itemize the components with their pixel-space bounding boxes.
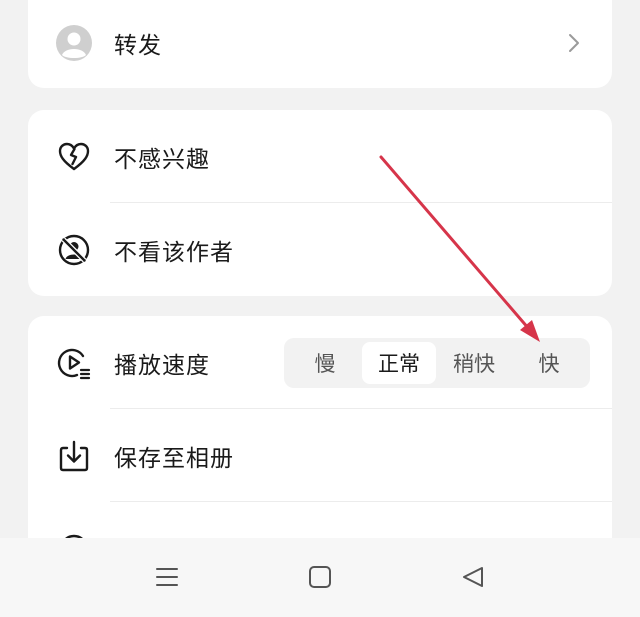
- forward-card: 转发: [28, 0, 612, 88]
- broken-heart-icon: [56, 139, 92, 175]
- chevron-right-icon: [569, 33, 579, 52]
- save-to-album-row[interactable]: 保存至相册: [28, 409, 612, 502]
- cut-off-row[interactable]: [28, 502, 612, 538]
- screen: 转发 不感兴趣 不看该作者 播放速度 慢 正常 稍快 快 保存至相册: [0, 0, 640, 617]
- options-card: 播放速度 慢 正常 稍快 快 保存至相册: [28, 316, 612, 538]
- back-triangle-icon[interactable]: [458, 562, 488, 592]
- speed-selector: 慢 正常 稍快 快: [284, 337, 590, 388]
- speed-option-normal[interactable]: 正常: [362, 341, 436, 384]
- share-sheet: 转发 不感兴趣 不看该作者 播放速度 慢 正常 稍快 快 保存至相册: [0, 0, 640, 538]
- play-speed-label: 播放速度: [114, 352, 210, 379]
- play-speed-icon: [56, 345, 92, 381]
- home-square-icon[interactable]: [305, 562, 335, 592]
- hide-author-label: 不看该作者: [114, 239, 234, 266]
- system-navigation-bar: [0, 538, 640, 617]
- hide-author-row[interactable]: 不看该作者: [28, 203, 612, 296]
- partial-icon: [56, 531, 92, 538]
- forward-label: 转发: [114, 32, 162, 59]
- feedback-card: 不感兴趣 不看该作者: [28, 110, 612, 296]
- speed-option-slightly-fast[interactable]: 稍快: [437, 342, 511, 384]
- not-interested-row[interactable]: 不感兴趣: [28, 110, 612, 203]
- play-speed-row: 播放速度 慢 正常 稍快 快: [28, 316, 612, 409]
- forward-row[interactable]: 转发: [28, 0, 612, 88]
- not-interested-label: 不感兴趣: [114, 146, 210, 173]
- menu-icon[interactable]: [152, 562, 182, 592]
- speed-option-fast[interactable]: 快: [512, 342, 586, 384]
- download-icon: [56, 438, 92, 474]
- block-user-icon: [56, 232, 92, 268]
- avatar-icon: [56, 24, 92, 61]
- speed-option-slow[interactable]: 慢: [288, 342, 362, 384]
- save-to-album-label: 保存至相册: [114, 445, 234, 472]
